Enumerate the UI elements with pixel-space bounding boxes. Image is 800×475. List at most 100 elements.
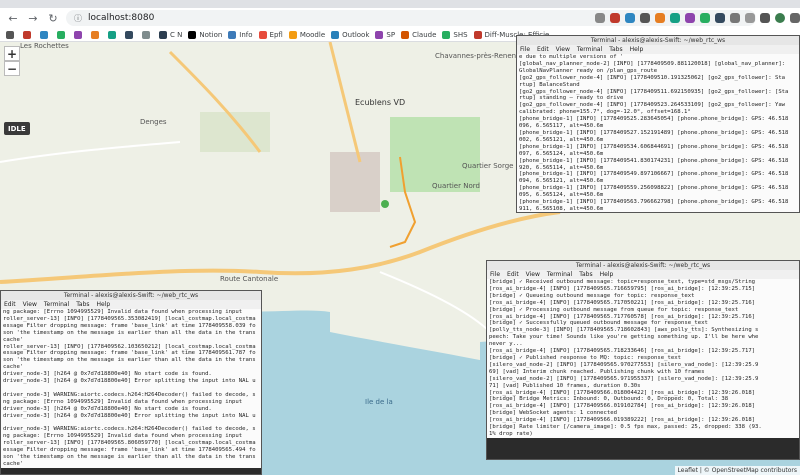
extensions-menu-icon[interactable] [730, 13, 740, 23]
terminal-line: essage Filter dropping message: frame 'b… [3, 322, 256, 329]
star-icon[interactable] [595, 13, 605, 23]
extension-icon[interactable] [670, 13, 680, 23]
terminal-output[interactable]: ng package: [Errno 1094995529] Invalid d… [1, 309, 261, 468]
reload-icon[interactable]: ↻ [46, 11, 60, 25]
bookmark-item[interactable] [6, 30, 17, 39]
bookmark-label: Claude [412, 30, 437, 39]
avatar[interactable] [775, 13, 785, 23]
menu-item[interactable]: Help [600, 271, 614, 278]
bookmark-item[interactable] [142, 30, 153, 39]
menu-item[interactable]: View [556, 46, 570, 53]
terminal-line: ng package: [Errno 1094995529] Invalid d… [3, 309, 243, 315]
bookmark-label: Outlook [342, 30, 370, 39]
terminal-line: [bridge] ✓ Received outbound message: to… [489, 279, 756, 285]
terminal-line: [ros_ai_bridge-4] [INFO] [1778409566.018… [489, 389, 756, 396]
extension-icon[interactable] [610, 13, 620, 23]
menu-item[interactable]: Terminal [577, 46, 602, 53]
terminal-line: [bridge] WebSocket agents: 1 connected [489, 410, 617, 417]
terminal-line: 097, 6.565124, alt=450.6m [519, 150, 604, 157]
bookmark-item[interactable] [74, 30, 85, 39]
menu-item[interactable]: Edit [507, 271, 519, 278]
zoom-out-button[interactable]: − [4, 61, 20, 76]
extension-icon[interactable] [700, 13, 710, 23]
terminal-line: son 'the timestamp on the message is ear… [3, 329, 256, 336]
bookmark-icon [331, 30, 340, 39]
bookmark-item[interactable]: Outlook [331, 30, 370, 39]
extension-icon[interactable] [715, 13, 725, 23]
menu-item[interactable]: View [526, 271, 540, 278]
terminal-line: [bridge] Rate limiter [/camera_image]: 0… [489, 424, 762, 431]
menu-item[interactable]: Edit [4, 301, 16, 308]
terminal-line: [go2_gps_follower_node-4] [INFO] [177840… [519, 88, 789, 95]
bookmark-label: SP [386, 30, 396, 39]
terminal-line: [phone_bridge-1] [INFO] [1778409525.2836… [519, 116, 789, 123]
terminal-window[interactable]: Terminal - alexis@alexis-Swift: ~/web_rt… [486, 260, 800, 460]
terminal-line: [silero_vad_node-2] [INFO] [1778409565.9… [489, 375, 759, 382]
bookmark-item[interactable]: Notion [188, 30, 222, 39]
terminal-line: essage Filter dropping message: frame 'b… [3, 447, 256, 454]
bookmark-item[interactable] [91, 30, 102, 39]
menu-item[interactable]: Edit [537, 46, 549, 53]
terminal-line: essage Filter dropping message: frame 'b… [3, 350, 256, 357]
terminal-line: [phone_bridge-1] [INFO] [1778409559.2560… [519, 185, 789, 192]
bookmark-item[interactable]: Claude [401, 30, 437, 39]
robot-position-marker [381, 200, 389, 208]
back-icon[interactable]: ← [6, 11, 20, 25]
terminal-window[interactable]: Terminal - alexis@alexis-Swift: ~/web_rt… [0, 290, 262, 475]
bookmark-item[interactable]: Moodle [288, 30, 325, 39]
menu-item[interactable]: Help [630, 46, 644, 53]
bookmark-item[interactable]: C N [159, 30, 182, 39]
menu-item[interactable]: Tabs [76, 301, 89, 308]
terminal-line: cache' [3, 460, 24, 467]
sidebar-icon[interactable] [760, 13, 770, 23]
terminal-line: 1% drop rate) [489, 430, 533, 437]
terminal-line: roller_server-13] [INFO] [1778409562.103… [3, 343, 256, 350]
menu-icon[interactable] [790, 13, 800, 23]
menu-item[interactable]: Help [97, 301, 111, 308]
menu-item[interactable]: Tabs [579, 271, 592, 278]
terminal-line: [phone_bridge-1] [INFO] [1778409527.1521… [519, 129, 789, 136]
menu-item[interactable]: View [23, 301, 37, 308]
menu-item[interactable]: Terminal [547, 271, 572, 278]
terminal-line: roller_server-13] [INFO] [1778409565.353… [3, 315, 256, 322]
terminal-line: [phone_bridge-1] [INFO] [1778409534.6068… [519, 143, 789, 150]
bookmark-icon [142, 30, 150, 39]
park [200, 112, 270, 152]
site-info-icon[interactable]: ⓘ [74, 13, 82, 24]
zoom-in-button[interactable]: + [4, 46, 20, 61]
menu-item[interactable]: Terminal [44, 301, 69, 308]
bookmark-item[interactable]: Epfl [258, 30, 283, 39]
extension-icon[interactable] [655, 13, 665, 23]
bookmark-item[interactable] [57, 30, 68, 39]
terminal-output[interactable]: e due to multiple versions of ' [global_n… [517, 54, 799, 212]
map-attribution[interactable]: Leaflet | © OpenStreetMap contributors [674, 466, 800, 475]
extension-icon[interactable] [685, 13, 695, 23]
bookmark-icon [258, 30, 267, 39]
terminal-line: 096, 6.565117, alt=450.6m [519, 123, 604, 130]
bookmark-item[interactable] [125, 30, 136, 39]
bookmark-item[interactable]: Info [228, 30, 253, 39]
menu-item[interactable]: Tabs [609, 46, 622, 53]
forward-icon[interactable]: → [26, 11, 40, 25]
bookmark-icon [228, 30, 237, 39]
bookmark-item[interactable]: SHS [442, 30, 468, 39]
menu-item[interactable]: File [490, 271, 500, 278]
bookmark-item[interactable] [108, 30, 119, 39]
bookmark-item[interactable] [23, 30, 34, 39]
terminal-line: [ros_ai_bridge-4] [INFO] [1778409565.717… [489, 313, 756, 320]
extension-icon[interactable] [640, 13, 650, 23]
extension-icon[interactable] [625, 13, 635, 23]
bookmark-item[interactable] [40, 30, 51, 39]
terminal-line: cache' [3, 336, 24, 343]
map-label: Chavannes-près-Renens [435, 52, 520, 60]
bookmark-icon [6, 30, 14, 39]
terminal-output[interactable]: [bridge] ✓ Received outbound message: to… [487, 279, 799, 438]
bookmark-item[interactable]: SP [375, 30, 396, 39]
download-icon[interactable] [745, 13, 755, 23]
bookmark-icon [401, 30, 410, 39]
terminal-menubar: File Edit View Terminal Tabs Help [487, 270, 799, 279]
menu-item[interactable]: File [520, 46, 530, 53]
robot-state-badge: IDLE [4, 122, 30, 135]
terminal-window[interactable]: Terminal - alexis@alexis-Swift: ~/web_rt… [516, 35, 800, 213]
